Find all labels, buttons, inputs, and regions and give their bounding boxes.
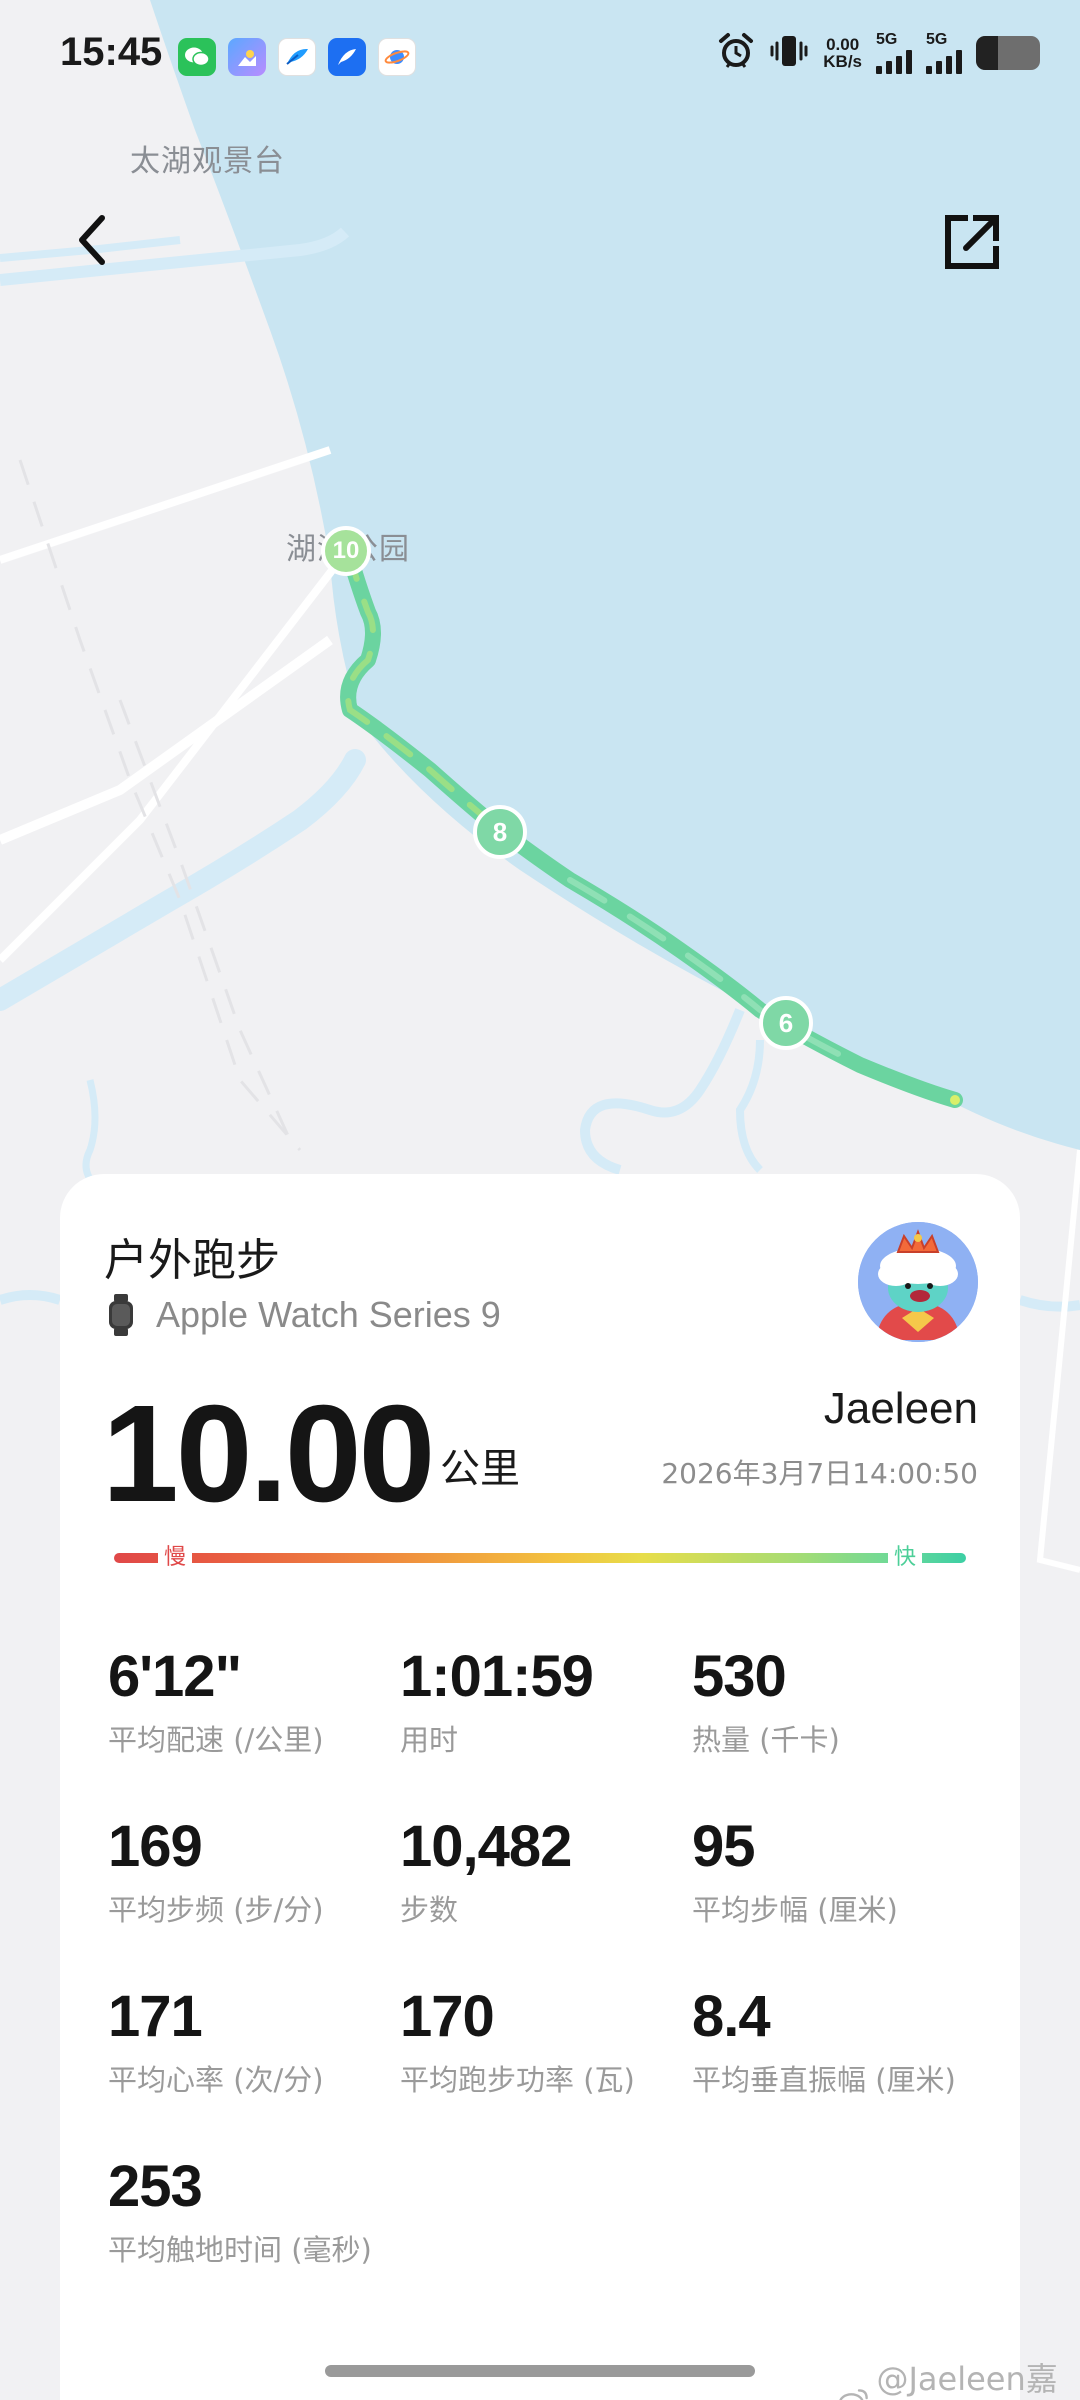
battery-icon [976, 36, 1040, 70]
stat-label: 平均跑步功率 (瓦) [400, 2063, 635, 2097]
stat-label: 平均步频 (步/分) [108, 1893, 324, 1927]
workout-summary-card: 户外跑步 Apple Watch Series 9 10.00 公里 Jaele… [60, 1174, 1020, 2400]
photos-app-icon [228, 38, 266, 76]
user-name: Jaeleen [823, 1384, 978, 1433]
km-marker-8[interactable]: 8 [473, 805, 527, 859]
battery-level [976, 36, 999, 70]
stat-label: 用时 [400, 1723, 459, 1757]
user-avatar[interactable] [858, 1222, 978, 1342]
stat-cell: 10,482 步数 [400, 1812, 692, 1928]
stat-label: 步数 [400, 1893, 459, 1927]
km-marker-10[interactable]: 10 [321, 526, 371, 576]
system-icons: 0.00 KB/s 5G 5G [717, 32, 1040, 74]
km-marker-label: 8 [492, 816, 508, 847]
stat-cell: 253 平均触地时间 (毫秒) [108, 2152, 400, 2268]
run-date: 2026年3月7日14:00:50 [661, 1457, 978, 1490]
workout-type: 户外跑步 [104, 1235, 280, 1286]
distance-unit: 公里 [440, 1446, 520, 1492]
stat-value: 171 [108, 1984, 203, 2049]
stat-cell: 169 平均步频 (步/分) [108, 1812, 400, 1928]
signal-icon: 5G [926, 32, 962, 74]
stat-value: 530 [692, 1644, 787, 1709]
stat-cell: 95 平均步幅 (厘米) [692, 1812, 988, 1928]
alarm-icon [717, 32, 755, 74]
net-speed: 0.00 KB/s [823, 36, 862, 70]
pace-fast-label: 快 [888, 1540, 922, 1576]
stat-cell: 171 平均心率 (次/分) [108, 1982, 400, 2098]
stat-label: 热量 (千卡) [692, 1723, 840, 1757]
watch-icon [109, 1294, 133, 1336]
wechat-icon [178, 38, 216, 76]
back-button[interactable] [62, 210, 122, 270]
stat-value: 10,482 [400, 1814, 572, 1879]
vibrate-icon [769, 32, 809, 74]
weibo-icon [839, 2389, 868, 2400]
stat-cell: 530 热量 (千卡) [692, 1642, 988, 1758]
browser-planet-icon [378, 38, 416, 76]
stat-label: 平均步幅 (厘米) [692, 1893, 898, 1927]
km-marker-6[interactable]: 6 [759, 996, 813, 1050]
signal-icon: 5G [876, 32, 912, 74]
map-label-taihu-viewpoint: 太湖观景台 [130, 144, 285, 179]
river [0, 1290, 62, 1305]
net-speed-value: 0.00 [826, 35, 860, 54]
stat-cell: 6'12" 平均配速 (/公里) [108, 1642, 400, 1758]
stat-value: 1:01:59 [400, 1644, 594, 1709]
notification-icons [178, 38, 416, 76]
stat-cell: 8.4 平均垂直振幅 (厘米) [692, 1982, 988, 2098]
watermark-text: @Jaeleen嘉颖 [876, 2360, 1058, 2398]
stat-label: 平均配速 (/公里) [108, 1723, 324, 1757]
stat-label: 平均垂直振幅 (厘米) [692, 2063, 956, 2097]
stat-label: 平均心率 (次/分) [108, 2063, 324, 2097]
external-share-icon [945, 215, 999, 269]
watermark: @Jaeleen嘉颖 [838, 2354, 1080, 2400]
device-row: Apple Watch Series 9 [108, 1294, 501, 1336]
stat-value: 6'12" [108, 1644, 242, 1709]
status-time: 15:45 [60, 30, 163, 74]
device-name: Apple Watch Series 9 [156, 1294, 501, 1335]
km-marker-label: 10 [332, 537, 360, 564]
stats-grid: 6'12" 平均配速 (/公里) 1:01:59 用时 530 热量 (千卡) 169 平均步… [108, 1642, 988, 2268]
chevron-left-icon [79, 215, 105, 265]
cartoon-avatar [858, 1222, 978, 1342]
stat-label: 平均触地时间 (毫秒) [108, 2233, 372, 2267]
pace-scale-bar: 慢 快 [114, 1540, 966, 1576]
stat-value: 170 [400, 1984, 495, 2049]
stat-value: 169 [108, 1814, 203, 1879]
distance-value: 10.00 [102, 1377, 435, 1531]
stat-value: 8.4 [692, 1984, 771, 2049]
stat-value: 95 [692, 1814, 756, 1879]
feather-app-icon [278, 38, 316, 76]
feather-app-icon-blue [328, 38, 366, 76]
sim2-label: 5G [926, 31, 948, 48]
km-marker-label: 6 [778, 1007, 794, 1038]
route-end-dot [950, 1095, 960, 1105]
pace-gradient [114, 1553, 966, 1563]
net-speed-unit: KB/s [823, 52, 862, 71]
status-bar: 15:45 0.00 KB/s 5G 5G [0, 0, 1080, 116]
share-button[interactable] [940, 210, 1004, 274]
sim1-label: 5G [876, 31, 898, 48]
home-indicator[interactable] [325, 2365, 755, 2377]
stat-value: 253 [108, 2154, 203, 2219]
pace-slow-label: 慢 [158, 1540, 192, 1576]
stat-cell: 170 平均跑步功率 (瓦) [400, 1982, 692, 2098]
stat-cell: 1:01:59 用时 [400, 1642, 692, 1758]
